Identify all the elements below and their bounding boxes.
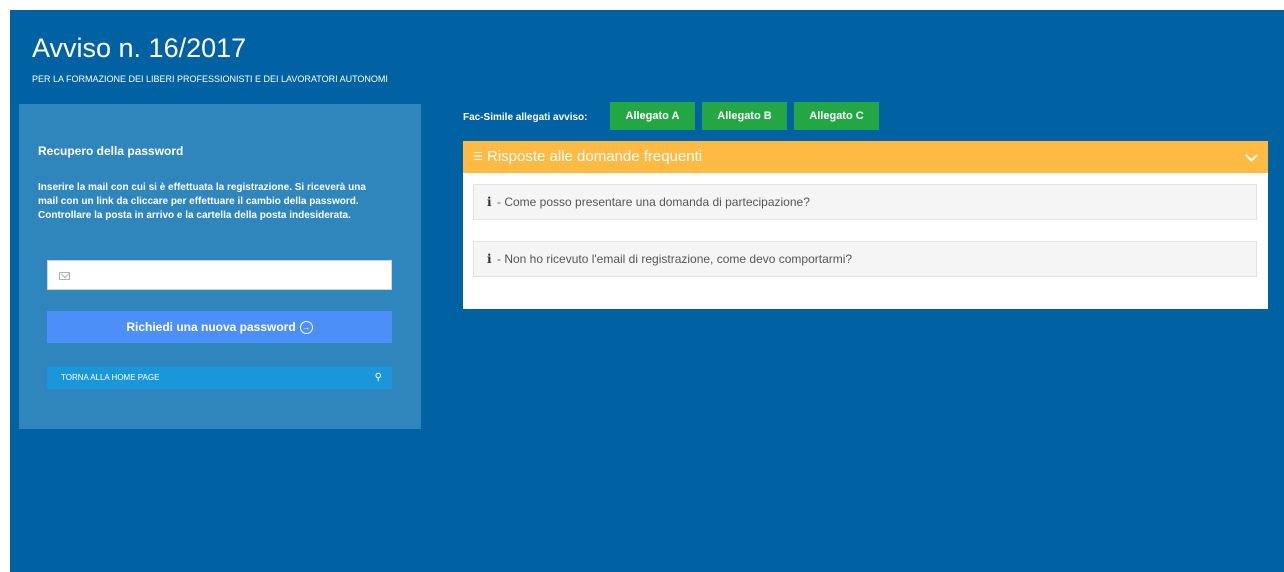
info-icon: i [487, 252, 492, 266]
page-title: Avviso n. 16/2017 [32, 33, 247, 63]
page-subtitle: PER LA FORMAZIONE DEI LIBERI PROFESSIONI… [32, 74, 388, 84]
menu-icon: ☰ [473, 151, 483, 163]
allegato-a-button[interactable]: Allegato A [610, 102, 695, 130]
allegato-b-button[interactable]: Allegato B [702, 102, 787, 130]
chevron-down-icon[interactable] [1245, 149, 1258, 162]
envelope-icon [59, 272, 70, 280]
faq-title: Risposte alle domande frequenti [487, 148, 703, 165]
request-new-password-button[interactable]: Richiedi una nuova password → [47, 311, 392, 343]
email-input[interactable] [78, 261, 385, 291]
faq-item-label: - Come posso presentare una domanda di p… [497, 195, 810, 209]
info-icon: i [487, 195, 492, 209]
arrow-circle-right-icon: → [299, 320, 313, 334]
page-background: Avviso n. 16/2017 PER LA FORMAZIONE DEI … [10, 10, 1284, 572]
password-recovery-instructions: Inserire la mail con cui si è effettuata… [38, 182, 366, 221]
faq-item[interactable]: i - Come posso presentare una domanda di… [473, 184, 1257, 220]
back-to-home-link[interactable]: TORNA ALLA HOME PAGE ⚲ [47, 367, 392, 389]
faq-header[interactable]: ☰ Risposte alle domande frequenti [463, 141, 1268, 173]
faq-item-label: - Non ho ricevuto l'email di registrazio… [497, 252, 853, 266]
faq-item[interactable]: i - Non ho ricevuto l'email di registraz… [473, 241, 1257, 277]
key-icon: ⚲ [374, 372, 382, 383]
password-recovery-heading: Recupero della password [38, 144, 184, 158]
faq-panel: ☰ Risposte alle domande frequenti i - Co… [463, 141, 1268, 309]
allegato-c-button[interactable]: Allegato C [794, 102, 879, 130]
back-to-home-label: TORNA ALLA HOME PAGE [61, 373, 160, 382]
request-new-password-label: Richiedi una nuova password [126, 320, 296, 334]
attachments-label: Fac-Simile allegati avviso: [463, 112, 588, 123]
email-field[interactable] [47, 260, 392, 291]
